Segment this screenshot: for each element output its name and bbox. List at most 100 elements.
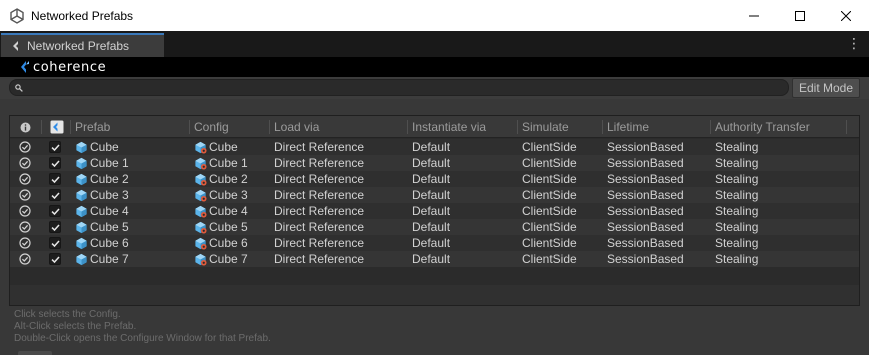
column-header-authority-transfer[interactable]: Authority Transfer bbox=[711, 116, 810, 138]
load-via-cell[interactable]: Direct Reference bbox=[274, 235, 364, 251]
prefab-cell[interactable]: Cube 5 bbox=[75, 219, 129, 235]
simulate-cell[interactable]: ClientSide bbox=[522, 171, 577, 187]
lifetime-cell[interactable]: SessionBased bbox=[607, 251, 684, 267]
instantiate-via-cell[interactable]: Default bbox=[412, 155, 450, 171]
load-via-cell[interactable]: Direct Reference bbox=[274, 139, 364, 155]
config-cell[interactable]: Cube 6 bbox=[194, 235, 248, 251]
authority-transfer-cell[interactable]: Stealing bbox=[715, 139, 758, 155]
table-row[interactable]: Cube 6 Cube 6 Direct Reference Default C… bbox=[10, 235, 859, 251]
prefab-cell[interactable]: Cube 4 bbox=[75, 203, 129, 219]
lifetime-cell[interactable]: SessionBased bbox=[607, 171, 684, 187]
edit-mode-button[interactable]: Edit Mode bbox=[792, 78, 860, 98]
config-cell[interactable]: Cube 2 bbox=[194, 171, 248, 187]
more-options-icon[interactable]: ⋮ bbox=[847, 36, 861, 50]
sync-column-header[interactable] bbox=[46, 116, 64, 138]
maximize-button[interactable] bbox=[777, 0, 823, 31]
instantiate-via-cell[interactable]: Default bbox=[412, 219, 450, 235]
prefab-config-icon bbox=[195, 141, 207, 154]
instantiate-via-cell[interactable]: Default bbox=[412, 171, 450, 187]
simulate-cell[interactable]: ClientSide bbox=[522, 139, 577, 155]
authority-transfer-cell[interactable]: Stealing bbox=[715, 155, 758, 171]
column-header-simulate[interactable]: Simulate bbox=[518, 116, 569, 138]
authority-transfer-cell[interactable]: Stealing bbox=[715, 203, 758, 219]
prefab-cell[interactable]: Cube 6 bbox=[75, 235, 129, 251]
authority-transfer-cell[interactable]: Stealing bbox=[715, 219, 758, 235]
instantiate-via-cell[interactable]: Default bbox=[412, 139, 450, 155]
lifetime-cell[interactable]: SessionBased bbox=[607, 155, 684, 171]
prefab-cell[interactable]: Cube 1 bbox=[75, 155, 129, 171]
prefab-name: Cube 2 bbox=[90, 172, 129, 186]
load-via-cell[interactable]: Direct Reference bbox=[274, 251, 364, 267]
authority-transfer-cell[interactable]: Stealing bbox=[715, 187, 758, 203]
config-name: Cube 7 bbox=[209, 252, 248, 266]
load-via-cell[interactable]: Direct Reference bbox=[274, 203, 364, 219]
minimize-button[interactable] bbox=[731, 0, 777, 31]
close-button[interactable] bbox=[823, 0, 869, 31]
column-header-config[interactable]: Config bbox=[190, 116, 229, 138]
info-column-header[interactable] bbox=[16, 116, 31, 138]
sync-checkbox[interactable] bbox=[49, 205, 61, 217]
sync-checkbox[interactable] bbox=[49, 221, 61, 233]
sync-checkbox[interactable] bbox=[49, 173, 61, 185]
table-row[interactable]: Cube 5 Cube 5 Direct Reference Default C… bbox=[10, 219, 859, 235]
sync-checkbox[interactable] bbox=[49, 237, 61, 249]
config-cell[interactable]: Cube 4 bbox=[194, 203, 248, 219]
column-header-instantiate-via[interactable]: Instantiate via bbox=[408, 116, 486, 138]
simulate-cell[interactable]: ClientSide bbox=[522, 155, 577, 171]
instantiate-via-cell[interactable]: Default bbox=[412, 187, 450, 203]
instantiate-via-cell[interactable]: Default bbox=[412, 251, 450, 267]
simulate-cell[interactable]: ClientSide bbox=[522, 251, 577, 267]
config-cell[interactable]: Cube 3 bbox=[194, 187, 248, 203]
info-icon bbox=[20, 122, 31, 132]
sync-checkbox[interactable] bbox=[49, 141, 61, 153]
config-cell[interactable]: Cube 5 bbox=[194, 219, 248, 235]
table-row[interactable]: Cube 7 Cube 7 Direct Reference Default C… bbox=[10, 251, 859, 267]
lifetime-cell[interactable]: SessionBased bbox=[607, 187, 684, 203]
tab-networked-prefabs[interactable]: Networked Prefabs bbox=[1, 33, 164, 57]
table-row[interactable]: Cube 3 Cube 3 Direct Reference Default C… bbox=[10, 187, 859, 203]
load-via-cell[interactable]: Direct Reference bbox=[274, 171, 364, 187]
load-via-cell[interactable]: Direct Reference bbox=[274, 155, 364, 171]
status-check-icon bbox=[19, 251, 31, 267]
instantiate-via-cell[interactable]: Default bbox=[412, 203, 450, 219]
column-header-lifetime[interactable]: Lifetime bbox=[603, 116, 649, 138]
authority-transfer-cell[interactable]: Stealing bbox=[715, 235, 758, 251]
load-via-cell[interactable]: Direct Reference bbox=[274, 219, 364, 235]
prefab-cell[interactable]: Cube 7 bbox=[75, 251, 129, 267]
lifetime-cell[interactable]: SessionBased bbox=[607, 235, 684, 251]
authority-transfer-cell[interactable]: Stealing bbox=[715, 171, 758, 187]
config-cell[interactable]: Cube bbox=[194, 139, 238, 155]
column-header-prefab[interactable]: Prefab bbox=[71, 116, 110, 138]
window-title: Networked Prefabs bbox=[31, 8, 134, 23]
search-field[interactable] bbox=[9, 79, 789, 96]
simulate-cell[interactable]: ClientSide bbox=[522, 187, 577, 203]
minimize-icon bbox=[749, 15, 759, 16]
prefab-cell[interactable]: Cube bbox=[75, 139, 119, 155]
simulate-cell[interactable]: ClientSide bbox=[522, 219, 577, 235]
bottom-button[interactable] bbox=[18, 351, 52, 355]
simulate-cell[interactable]: ClientSide bbox=[522, 235, 577, 251]
lifetime-cell[interactable]: SessionBased bbox=[607, 203, 684, 219]
authority-transfer-cell[interactable]: Stealing bbox=[715, 251, 758, 267]
lifetime-cell[interactable]: SessionBased bbox=[607, 219, 684, 235]
table-row[interactable]: Cube 4 Cube 4 Direct Reference Default C… bbox=[10, 203, 859, 219]
simulate-cell[interactable]: ClientSide bbox=[522, 203, 577, 219]
search-input[interactable] bbox=[26, 81, 788, 94]
table-row[interactable]: Cube 2 Cube 2 Direct Reference Default C… bbox=[10, 171, 859, 187]
instantiate-via-cell[interactable]: Default bbox=[412, 235, 450, 251]
table-row[interactable]: Cube 1 Cube 1 Direct Reference Default C… bbox=[10, 155, 859, 171]
prefab-config-icon bbox=[195, 157, 207, 170]
lifetime-cell[interactable]: SessionBased bbox=[607, 139, 684, 155]
prefab-cell[interactable]: Cube 3 bbox=[75, 187, 129, 203]
column-header-load-via[interactable]: Load via bbox=[270, 116, 319, 138]
sync-checkbox[interactable] bbox=[49, 253, 61, 265]
table-row[interactable]: Cube Cube Direct Reference Default Clien… bbox=[10, 139, 859, 155]
prefab-config-icon bbox=[195, 237, 207, 250]
config-cell[interactable]: Cube 1 bbox=[194, 155, 248, 171]
table-header: Prefab Config Load via Instantiate via S… bbox=[10, 116, 859, 138]
prefab-cell[interactable]: Cube 2 bbox=[75, 171, 129, 187]
sync-checkbox[interactable] bbox=[49, 189, 61, 201]
config-cell[interactable]: Cube 7 bbox=[194, 251, 248, 267]
sync-checkbox[interactable] bbox=[49, 157, 61, 169]
load-via-cell[interactable]: Direct Reference bbox=[274, 187, 364, 203]
